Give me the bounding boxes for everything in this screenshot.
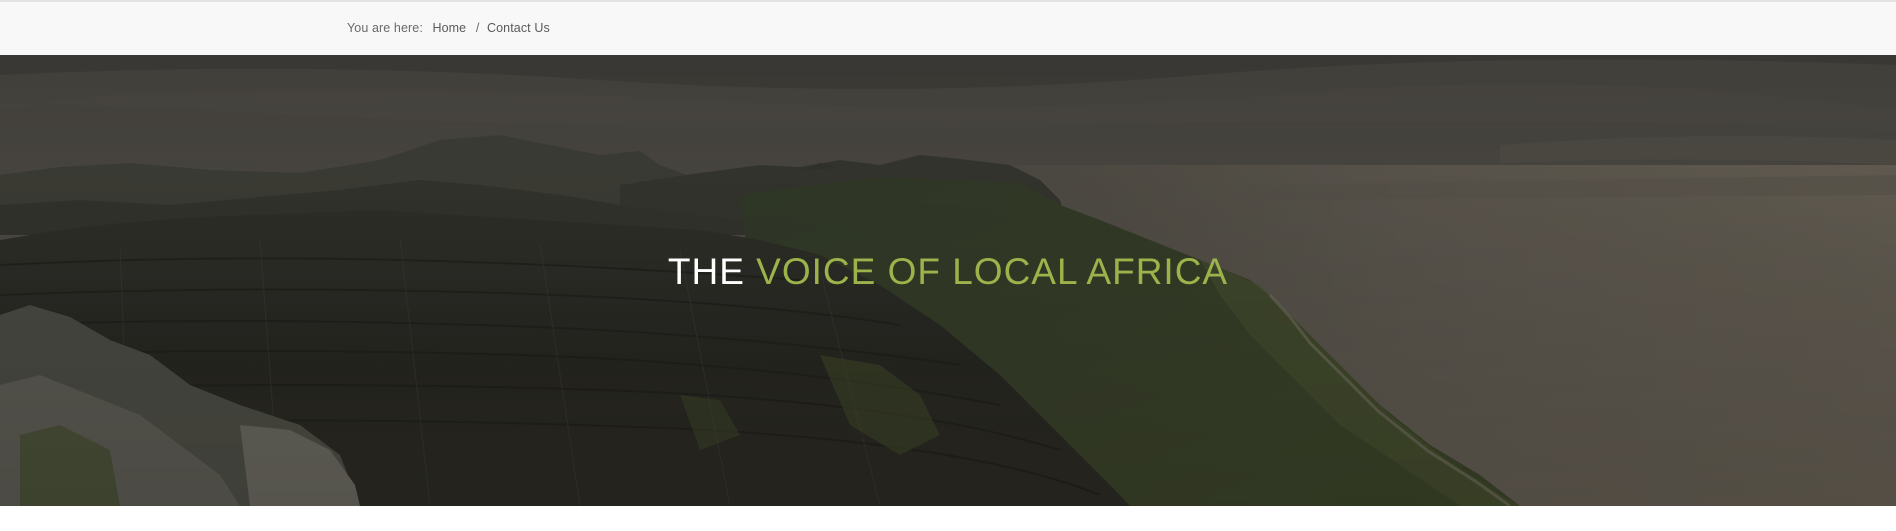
breadcrumb-prefix: You are here: xyxy=(347,21,423,35)
breadcrumb-bar: You are here: Home / Contact Us xyxy=(0,2,1896,55)
breadcrumb-separator: / xyxy=(475,21,480,35)
hero-title-accent: VOICE OF LOCAL AFRICA xyxy=(756,251,1229,292)
hero-banner: THE VOICE OF LOCAL AFRICA xyxy=(0,55,1896,506)
page-bottom-strip xyxy=(0,506,1896,531)
breadcrumb-link-home[interactable]: Home xyxy=(432,21,466,35)
hero-title-lead: THE xyxy=(667,251,745,292)
breadcrumb-current-contact-us: Contact Us xyxy=(486,21,550,35)
breadcrumb: You are here: Home / Contact Us xyxy=(347,21,550,35)
hero-title: THE VOICE OF LOCAL AFRICA xyxy=(0,253,1896,290)
